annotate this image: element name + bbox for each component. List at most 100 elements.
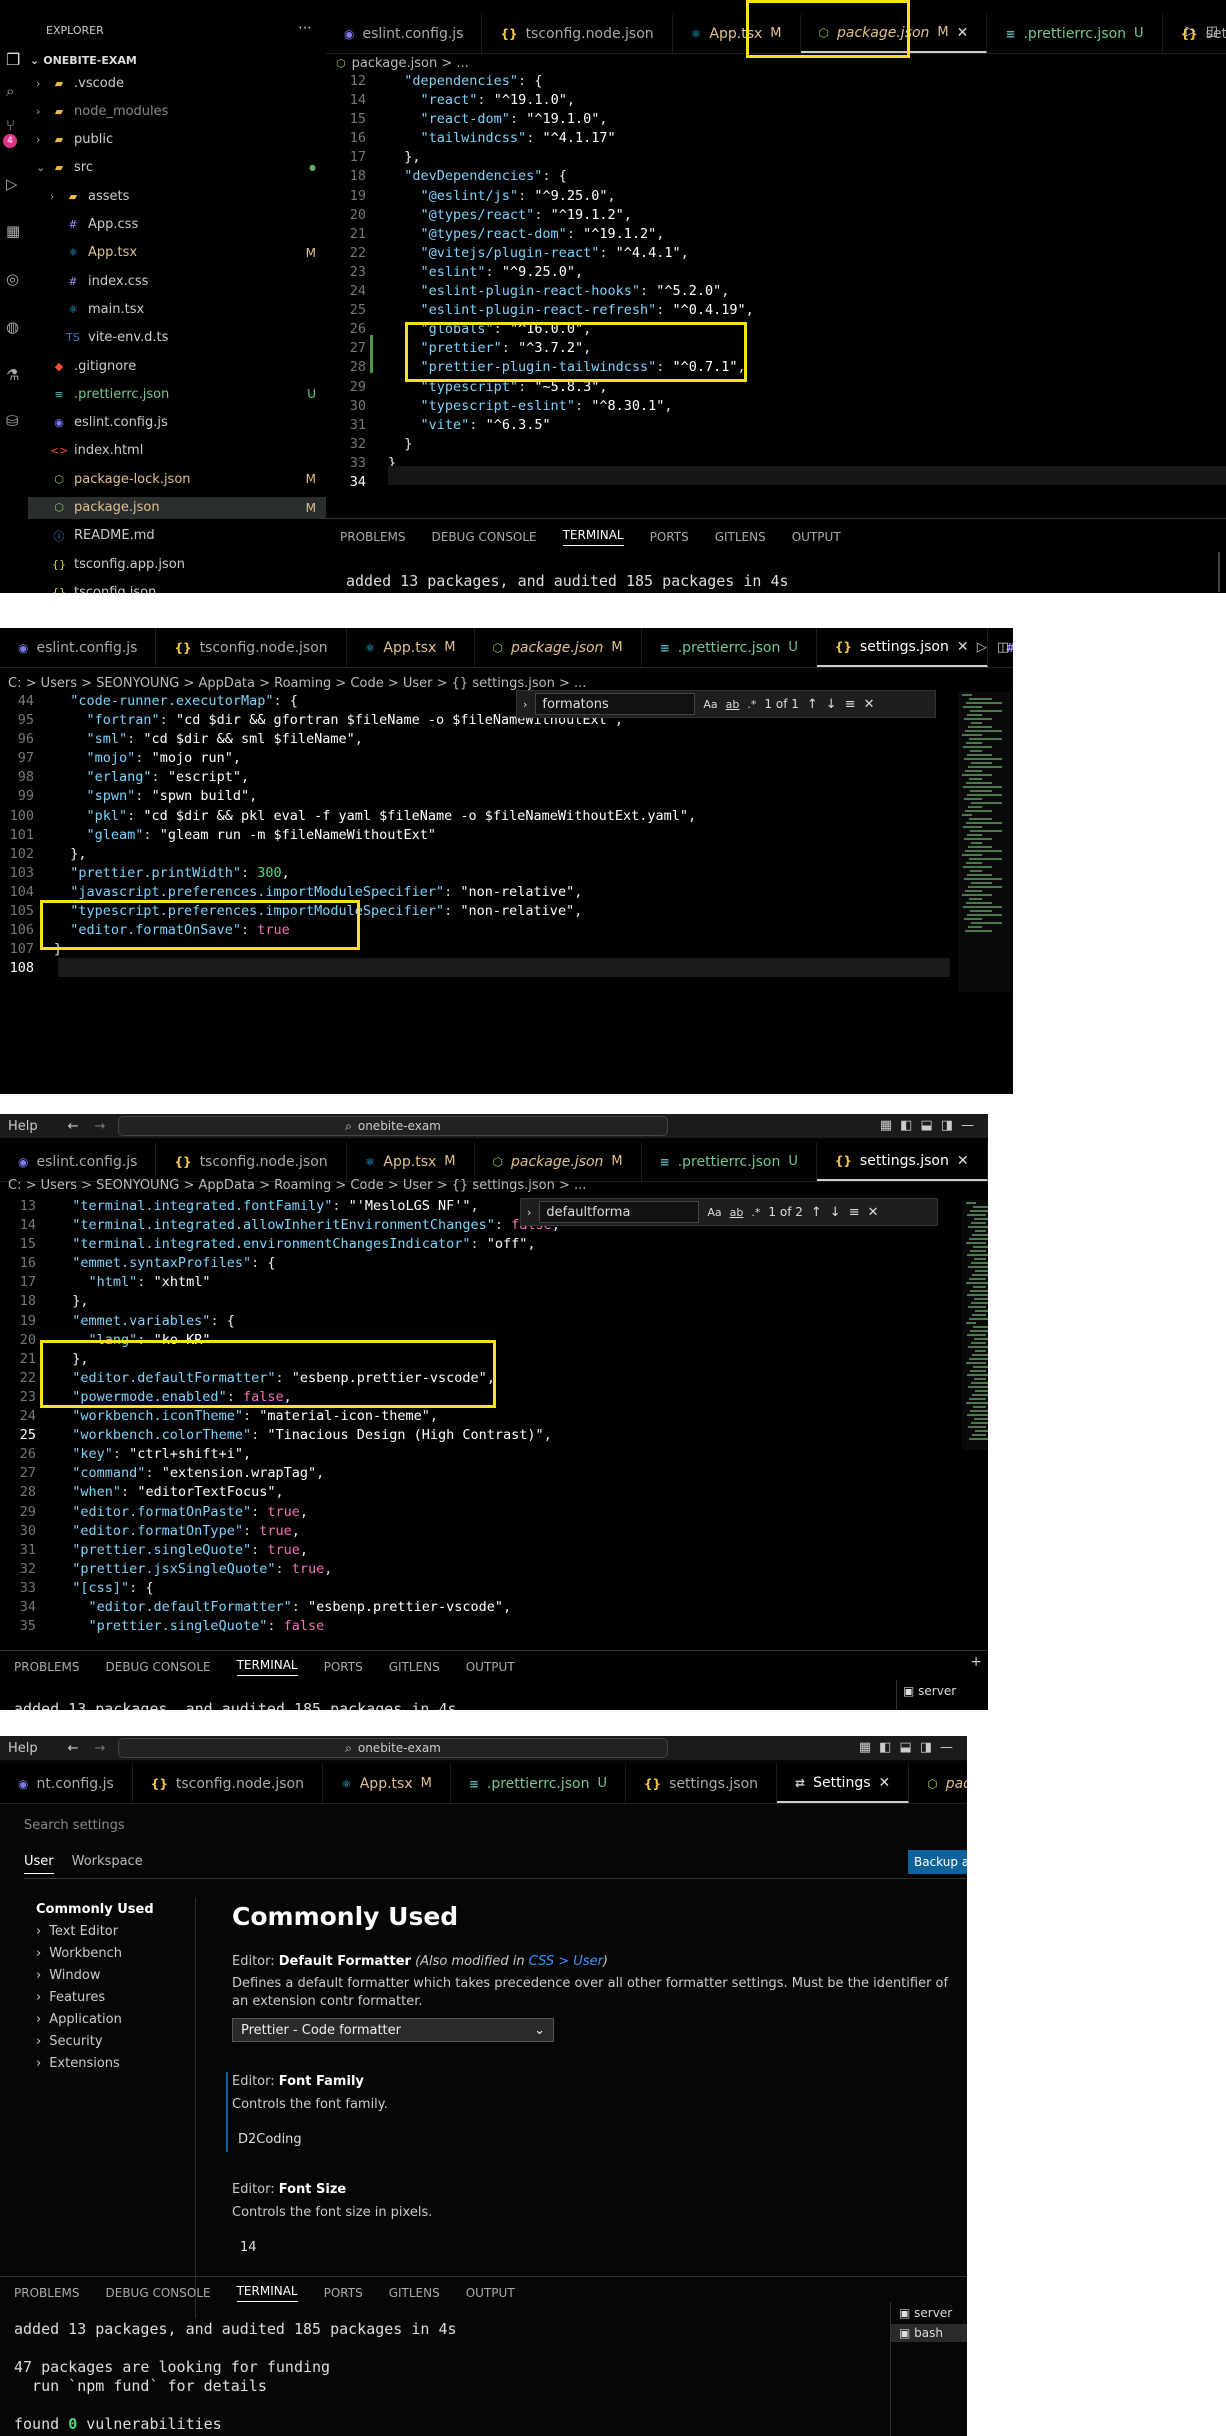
run-icon[interactable]: ▷ [977,640,987,655]
match-case-icon[interactable]: Aa [703,698,717,711]
toc-item-security[interactable]: › Security [36,2030,186,2052]
tab--prettierrc-json[interactable]: ≡ .prettierrc.json U [642,628,817,667]
split-editor-icon[interactable]: ◫ [1206,24,1218,39]
font-size-input[interactable]: 14 [240,2240,257,2255]
panel-tab-ports[interactable]: PORTS [324,2286,363,2300]
menu-help[interactable]: Help [8,1119,38,1134]
panel-tab-debug-console[interactable]: DEBUG CONSOLE [432,530,537,544]
terminal-output[interactable]: added 13 packages, and audited 185 packa… [14,2320,457,2434]
font-family-input[interactable]: D2Coding [238,2132,302,2147]
source-control-icon[interactable]: ⑂ [6,116,15,134]
tree-item[interactable]: {} tsconfig.app.json [28,553,326,575]
tree-item[interactable]: ◆ .gitignore [28,355,326,377]
panel-tab-terminal[interactable]: TERMINAL [562,528,624,546]
tab-app-tsx[interactable]: ⚛ App.tsx M [347,628,475,667]
remote-icon[interactable]: ◎ [6,270,19,288]
command-center[interactable]: ⌕ onebite-exam [118,1738,668,1758]
tree-item[interactable]: # index.css [28,270,326,292]
whole-word-icon[interactable]: ab [726,698,740,711]
forward-icon[interactable]: → [95,1741,106,1756]
terminal-output[interactable]: added 13 packages, and audited 185 packa… [14,1700,457,1710]
tree-item[interactable]: <> index.html [28,440,326,462]
find-input[interactable]: formatons [535,693,696,715]
layout-icon[interactable]: ▦ [859,1740,871,1755]
next-match-icon[interactable]: ↓ [826,697,837,712]
panel-tab-terminal[interactable]: TERMINAL [236,2284,298,2302]
extensions-icon[interactable]: ▦ [6,222,20,240]
tab--prettierrc-json[interactable]: ≡ .prettierrc.json U [451,1764,627,1803]
panel-tab-gitlens[interactable]: GITLENS [389,2286,440,2300]
tree-item[interactable]: ⌄ ▰ src ● [28,157,326,179]
tab-eslint-config-js[interactable]: ◉ eslint.config.js [0,628,157,667]
tree-item[interactable]: {} tsconfig.json [28,581,326,593]
prev-match-icon[interactable]: ↑ [811,1205,822,1220]
tab-tsconfig-node-json[interactable]: {} tsconfig.node.json [156,628,347,667]
panel-tab-problems[interactable]: PROBLEMS [340,530,406,544]
regex-icon[interactable]: .* [751,1206,760,1219]
back-icon[interactable]: ← [68,1741,79,1756]
panel-tab-debug-console[interactable]: DEBUG CONSOLE [106,2286,211,2300]
toc-item-window[interactable]: › Window [36,1964,186,1986]
find-in-selection-icon[interactable]: ≡ [849,1205,860,1220]
tab-tsconfig-node-json[interactable]: {} tsconfig.node.json [133,1764,323,1803]
toc-item-features[interactable]: › Features [36,1986,186,2008]
project-root[interactable]: ⌄ ONEBITE-EXAM [28,50,326,70]
code-editor[interactable]: "dependencies": { "react": "^19.1.0", "r… [388,72,754,492]
panel-tab-gitlens[interactable]: GITLENS [715,530,766,544]
more-actions-icon[interactable]: ⋯ [298,20,312,36]
minimap[interactable] [962,1200,988,1450]
toggle-sidebar-icon[interactable]: ◧ [879,1740,891,1755]
tab-package-json[interactable]: ⬡package.jsonM [475,628,642,667]
panel-tab-ports[interactable]: PORTS [324,1660,363,1674]
close-icon[interactable]: ✕ [868,1205,879,1220]
toggle-panel-icon[interactable]: ⬓ [920,1118,932,1133]
tab-eslint-config-js[interactable]: ◉ eslint.config.js [326,14,483,53]
toggle-panel-icon[interactable]: ⬓ [899,1740,911,1755]
prev-match-icon[interactable]: ↑ [807,697,818,712]
panel-tab-gitlens[interactable]: GITLENS [389,1660,440,1674]
tab-nt-config-js[interactable]: ◉ nt.config.js [0,1764,133,1803]
tab-tsconfig-node-json[interactable]: {} tsconfig.node.json [482,14,673,53]
back-icon[interactable]: ← [68,1119,79,1134]
tab-package-json[interactable]: ⬡ package.json M ✕ [800,14,988,53]
tab-settings-json[interactable]: {} settings.json ✕ [816,628,988,667]
toggle-sidebar-icon[interactable]: ◧ [900,1118,912,1133]
layout-icon[interactable]: ▦ [880,1118,892,1133]
tree-item[interactable]: # App.css [28,214,326,236]
gitlens-icon[interactable]: ◍ [6,318,19,336]
tree-item[interactable]: › ▰ public [28,129,326,151]
tree-item[interactable]: ◉ eslint.config.js [28,412,326,434]
close-icon[interactable]: ✕ [957,1153,969,1169]
toggle-secondary-icon[interactable]: ◨ [941,1118,953,1133]
tree-item[interactable]: TS vite-env.d.ts [28,327,326,349]
tab-package-json[interactable]: ⬡package.jsonM [909,1764,967,1803]
toc-item-application[interactable]: › Application [36,2008,186,2030]
tree-item[interactable]: › ▰ .vscode [28,72,326,94]
tab-app-tsx[interactable]: ⚛ App.tsx M [323,1764,451,1803]
tree-item[interactable]: ⚛ main.tsx [28,298,326,320]
split-editor-icon[interactable]: ◫ [997,640,1009,655]
toggle-secondary-icon[interactable]: ◨ [920,1740,932,1755]
minimize-icon[interactable]: — [940,1740,953,1755]
find-in-selection-icon[interactable]: ≡ [845,697,856,712]
database-icon[interactable]: ⛁ [6,412,19,430]
panel-tab-terminal[interactable]: TERMINAL [236,1658,298,1676]
panel-tab-debug-console[interactable]: DEBUG CONSOLE [106,1660,211,1674]
menu-help[interactable]: Help [8,1741,38,1756]
tab-workspace[interactable]: Workspace [72,1854,143,1874]
terminal-output[interactable]: added 13 packages, and audited 185 packa… [346,572,789,591]
settings-search-input[interactable]: Search settings [24,1818,125,1833]
whole-word-icon[interactable]: ab [730,1206,744,1219]
terminal-server[interactable]: ▣ server [891,2302,967,2324]
files-icon[interactable]: ❐ [6,50,20,69]
toc-item-text-editor[interactable]: › Text Editor [36,1920,186,1942]
default-formatter-select[interactable]: Prettier - Code formatter ⌄ [232,2018,554,2042]
tree-item[interactable]: ⬡ package.json M [28,496,326,519]
tree-item[interactable]: › ▰ assets [28,185,326,207]
testing-icon[interactable]: ⚗ [6,366,19,384]
panel-tab-problems[interactable]: PROBLEMS [14,1660,80,1674]
tab-user[interactable]: User [24,1854,54,1874]
tab--prettierrc-json[interactable]: ≡ .prettierrc.json U [987,14,1163,53]
tab-settings[interactable]: ⇄ Settings ✕ [777,1764,910,1803]
add-terminal-icon[interactable]: + [970,1654,982,1670]
